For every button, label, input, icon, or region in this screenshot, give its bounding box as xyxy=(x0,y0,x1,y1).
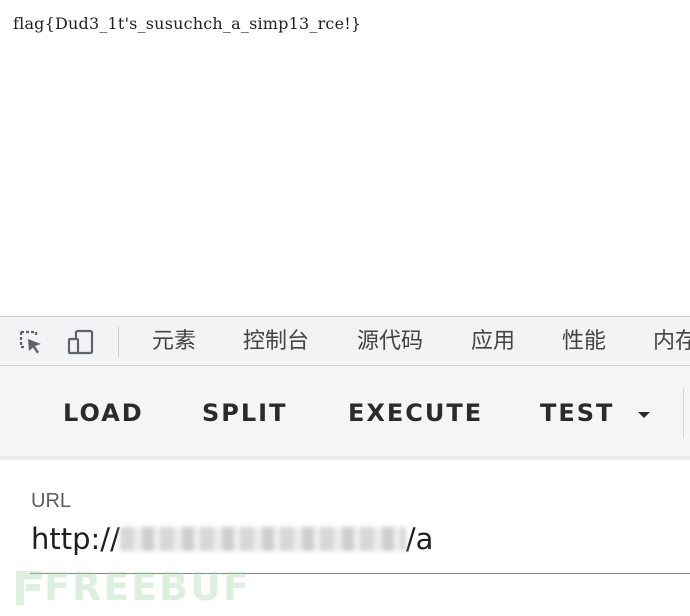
test-button[interactable]: TEST xyxy=(540,396,614,430)
tab-sources[interactable]: 源代码 xyxy=(357,329,423,355)
watermark-text: FREEBUF xyxy=(44,565,251,609)
split-button[interactable]: SPLIT xyxy=(202,396,287,430)
url-suffix: /a xyxy=(405,522,434,556)
page-output-text: flag{Dud3_1t's_susuchch_a_simp13_rce!} xyxy=(13,14,362,33)
url-label: URL xyxy=(31,490,72,512)
tab-application[interactable]: 应用 xyxy=(471,329,515,355)
device-toolbar-icon[interactable] xyxy=(66,327,96,357)
toolbar-divider xyxy=(118,327,119,357)
execute-button[interactable]: EXECUTE xyxy=(348,396,483,430)
url-input[interactable]: http:// /a xyxy=(31,520,433,558)
freebuf-logo-icon xyxy=(16,571,42,605)
load-button[interactable]: LOAD xyxy=(63,396,144,430)
hackbar-toolbar: LOAD SPLIT EXECUTE TEST xyxy=(0,366,690,460)
toolbar-shadow xyxy=(0,456,690,462)
tab-performance[interactable]: 性能 xyxy=(562,329,606,355)
tab-console[interactable]: 控制台 xyxy=(243,329,309,355)
url-prefix: http:// xyxy=(31,522,120,556)
chevron-down-icon[interactable] xyxy=(638,412,650,418)
inspect-element-icon[interactable] xyxy=(16,327,46,357)
tab-elements[interactable]: 元素 xyxy=(152,329,196,355)
tab-memory[interactable]: 内存 xyxy=(653,329,690,355)
watermark: FREEBUF xyxy=(14,565,251,609)
devtools-tab-bar: 元素 控制台 源代码 应用 性能 内存 xyxy=(0,316,690,366)
toolbar-divider xyxy=(683,388,684,438)
redacted-host xyxy=(119,527,406,551)
